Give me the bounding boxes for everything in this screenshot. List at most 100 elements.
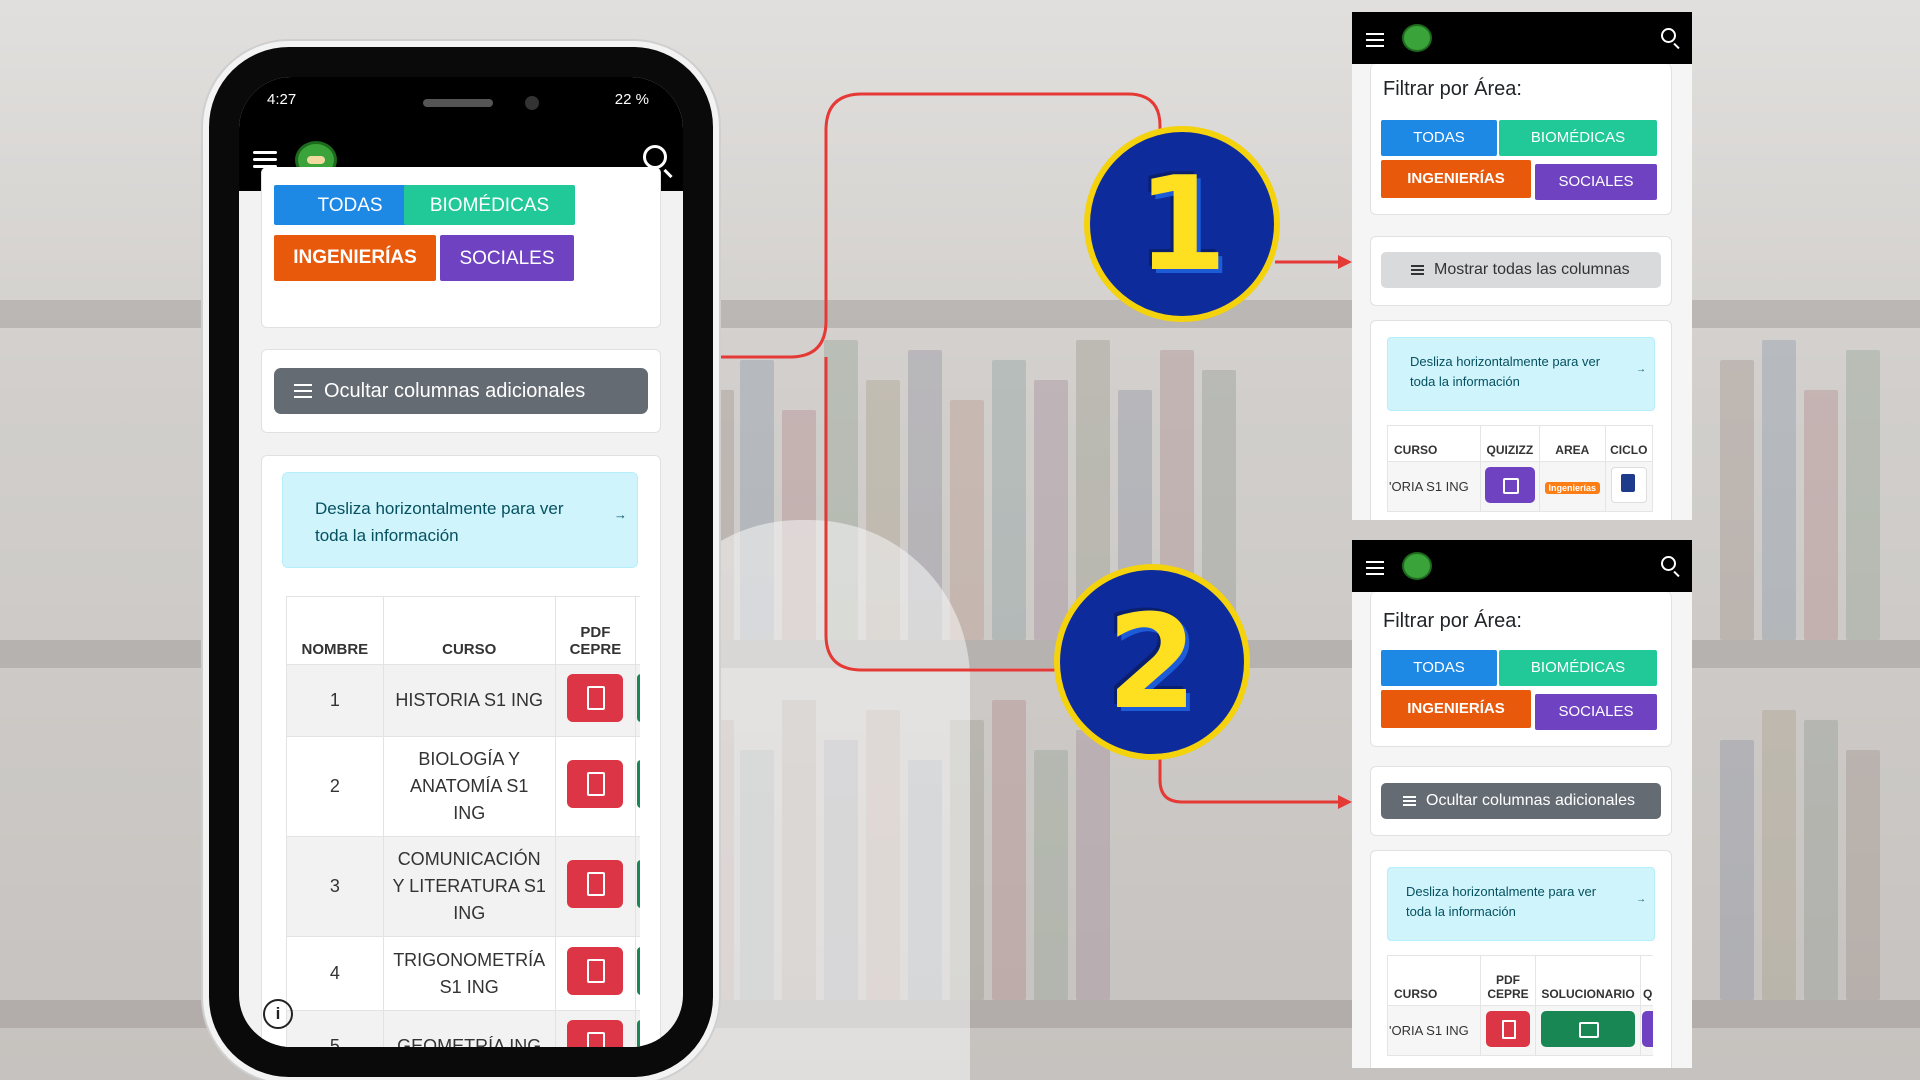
toggle-columns-card: Ocultar columnas adicionales xyxy=(1370,766,1672,836)
filter-todas-button[interactable]: TODAS xyxy=(1381,120,1497,156)
filter-title: Filtrar por Área: xyxy=(1383,78,1522,100)
alert-line-1: Desliza horizontalmente para ver xyxy=(1406,884,1597,899)
courses-table-wrapper[interactable]: NOMBRE CURSO PDF CEPRE SO 1 HISTORIA S1 … xyxy=(286,596,640,1047)
col-quizizz: QUIZIZZ xyxy=(1479,425,1541,462)
pdf-button[interactable] xyxy=(567,760,624,808)
toggle-columns-card: Mostrar todas las columnas xyxy=(1370,236,1672,306)
row-number: 5 xyxy=(286,1010,384,1047)
col-pdf-cepre: PDF CEPRE xyxy=(1480,955,1536,1006)
step-badge-1: 1 xyxy=(1084,126,1280,322)
arrow-right-icon: → xyxy=(1636,364,1646,375)
list-icon xyxy=(1411,265,1424,275)
pdf-button[interactable] xyxy=(567,860,624,908)
step-badge-2: 2 xyxy=(1054,564,1250,760)
col-pdf-cepre: PDF CEPRE xyxy=(554,596,637,665)
search-icon[interactable] xyxy=(643,145,667,169)
filter-biomedicas-button[interactable]: BIOMÉDICAS xyxy=(404,185,575,225)
filter-sociales-button[interactable]: SOCIALES xyxy=(440,235,574,281)
pdf-button[interactable] xyxy=(1486,1011,1530,1047)
filter-todas-button[interactable]: TODAS xyxy=(1381,650,1497,686)
courses-card: Desliza horizontalmente para ver toda la… xyxy=(1370,320,1672,520)
col-area: AREA xyxy=(1539,425,1606,462)
document-icon xyxy=(1502,1020,1516,1039)
filter-ingenierias-button[interactable]: INGENIERÍAS xyxy=(274,235,436,281)
phone-screen: 4:27 22 % TODAS BIOMÉDICAS INGENIERÍAS S… xyxy=(239,77,683,1047)
row-course: 'ORIA S1 ING xyxy=(1387,461,1481,512)
quizizz-button[interactable] xyxy=(1642,1011,1653,1047)
table-row: 4 TRIGONOMETRÍA S1 ING xyxy=(286,936,640,1011)
table-row: 3 COMUNICACIÓN Y LITERATURA S1 ING xyxy=(286,836,640,937)
col-solucionario: SOLUCIONARIO xyxy=(1535,955,1641,1006)
courses-table[interactable]: CURSO QUIZIZZ AREA CICLO 'ORIA S1 ING In… xyxy=(1387,425,1654,512)
table-row: 'ORIA S1 ING Ingenierías xyxy=(1387,461,1654,512)
solucionario-button[interactable] xyxy=(637,860,640,908)
solucionario-button[interactable] xyxy=(637,947,640,995)
search-icon[interactable] xyxy=(1661,556,1676,571)
filter-biomedicas-button[interactable]: BIOMÉDICAS xyxy=(1499,120,1657,156)
col-quizizz: QU xyxy=(1640,955,1653,1006)
row-course: 'ORIA S1 ING xyxy=(1387,1005,1481,1056)
scroll-hint-alert: Desliza horizontalmente para ver toda la… xyxy=(282,472,638,568)
solucionario-button[interactable] xyxy=(637,760,640,808)
table-row: 'ORIA S1 ING xyxy=(1387,1005,1653,1056)
panel-app-bar xyxy=(1352,12,1692,64)
pdf-button[interactable] xyxy=(567,947,624,995)
col-ciclo: CICLO xyxy=(1604,425,1654,462)
solucionario-button[interactable] xyxy=(637,1020,640,1047)
courses-card: Desliza horizontalmente para ver toda la… xyxy=(1370,850,1672,1068)
status-battery: 22 % xyxy=(614,91,649,108)
hide-columns-button[interactable]: Ocultar columnas adicionales xyxy=(274,368,648,414)
filter-card: TODAS BIOMÉDICAS INGENIERÍAS SOCIALES xyxy=(261,167,661,328)
row-number: 2 xyxy=(286,736,384,837)
hide-columns-label: Ocultar columnas adicionales xyxy=(324,379,586,402)
info-icon[interactable]: i xyxy=(263,999,293,1029)
external-link-button[interactable] xyxy=(1484,467,1535,503)
courses-table-wrapper[interactable]: CURSO PDF CEPRE SOLUCIONARIO QU 'ORIA S1… xyxy=(1387,955,1653,1056)
show-all-columns-button[interactable]: Mostrar todas las columnas xyxy=(1381,252,1661,288)
hide-columns-button[interactable]: Ocultar columnas adicionales xyxy=(1381,783,1661,819)
area-badge: Ingenierías xyxy=(1544,482,1601,494)
row-course: TRIGONOMETRÍA S1 ING xyxy=(382,936,556,1011)
filter-biomedicas-button[interactable]: BIOMÉDICAS xyxy=(1499,650,1657,686)
scroll-hint-alert: Desliza horizontalmente para ver toda la… xyxy=(1387,867,1655,941)
alert-line-2: toda la información xyxy=(1406,904,1516,919)
ciclo-image xyxy=(1610,467,1647,503)
panel-hide-columns: Filtrar por Área: TODAS BIOMÉDICAS INGEN… xyxy=(1352,540,1692,1068)
col-solucionario: SO xyxy=(635,596,640,665)
list-icon xyxy=(294,384,312,398)
status-time: 4:27 xyxy=(267,91,297,108)
row-course: BIOLOGÍA Y ANATOMÍA S1 ING xyxy=(382,736,556,837)
pdf-button[interactable] xyxy=(567,674,624,722)
phone-mockup: 4:27 22 % TODAS BIOMÉDICAS INGENIERÍAS S… xyxy=(209,47,713,1077)
app-logo[interactable] xyxy=(1402,552,1432,580)
row-number: 3 xyxy=(286,836,384,937)
courses-table: CURSO PDF CEPRE SOLUCIONARIO QU 'ORIA S1… xyxy=(1387,955,1653,1056)
app-logo[interactable] xyxy=(1402,24,1432,52)
row-number: 1 xyxy=(286,664,384,737)
row-course: HISTORIA S1 ING xyxy=(382,664,556,737)
pdf-button[interactable] xyxy=(567,1020,624,1047)
alert-line-2: toda la información xyxy=(1410,374,1520,389)
menu-icon[interactable] xyxy=(1366,561,1384,579)
search-icon[interactable] xyxy=(1661,28,1676,43)
arrow-right-icon: → xyxy=(614,507,627,522)
table-row: 5 GEOMETRÍA ING xyxy=(286,1010,640,1047)
table-row: 1 HISTORIA S1 ING xyxy=(286,664,640,737)
filter-ingenierias-button[interactable]: INGENIERÍAS xyxy=(1381,690,1531,728)
alert-line-1: Desliza horizontalmente para ver xyxy=(1410,354,1601,369)
panel-app-bar xyxy=(1352,540,1692,592)
courses-card: Desliza horizontalmente para ver toda la… xyxy=(261,455,661,1047)
solucionario-button[interactable] xyxy=(1541,1011,1635,1047)
panel-show-all-columns: Filtrar por Área: TODAS BIOMÉDICAS INGEN… xyxy=(1352,12,1692,520)
col-curso: CURSO xyxy=(1387,425,1481,462)
filter-ingenierias-button[interactable]: INGENIERÍAS xyxy=(1381,160,1531,198)
arrow-right-icon: → xyxy=(1636,894,1646,905)
toggle-columns-card: Ocultar columnas adicionales xyxy=(261,349,661,433)
filter-sociales-button[interactable]: SOCIALES xyxy=(1535,164,1657,200)
col-nombre: NOMBRE xyxy=(286,596,384,665)
menu-icon[interactable] xyxy=(1366,33,1384,51)
alert-line-1: Desliza horizontalmente para ver xyxy=(315,499,564,518)
row-course: COMUNICACIÓN Y LITERATURA S1 ING xyxy=(382,836,556,937)
filter-sociales-button[interactable]: SOCIALES xyxy=(1535,694,1657,730)
solucionario-button[interactable] xyxy=(637,674,640,722)
